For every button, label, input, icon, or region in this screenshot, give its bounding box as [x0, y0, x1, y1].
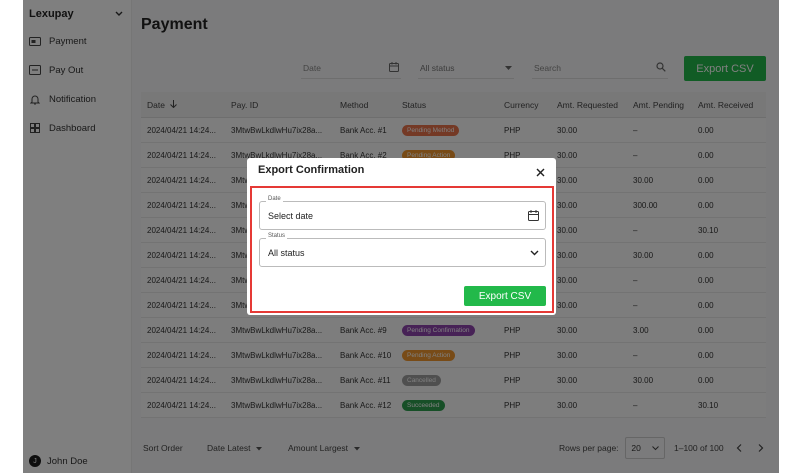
dialog-title: Export Confirmation	[258, 164, 365, 176]
status-select[interactable]: Status All status	[259, 233, 546, 267]
status-field-value: All status	[268, 247, 305, 258]
calendar-icon[interactable]	[528, 202, 539, 229]
date-field-value: Select date	[268, 210, 314, 221]
date-field[interactable]: Date Select date	[259, 196, 546, 230]
chevron-down-icon	[530, 239, 539, 266]
close-icon[interactable]	[533, 165, 547, 179]
dialog-form-highlight: Date Select date Status All status Expor…	[250, 186, 554, 313]
export-confirmation-dialog: Export Confirmation Date Select date Sta…	[247, 158, 556, 315]
export-csv-confirm-button[interactable]: Export CSV	[464, 286, 546, 306]
